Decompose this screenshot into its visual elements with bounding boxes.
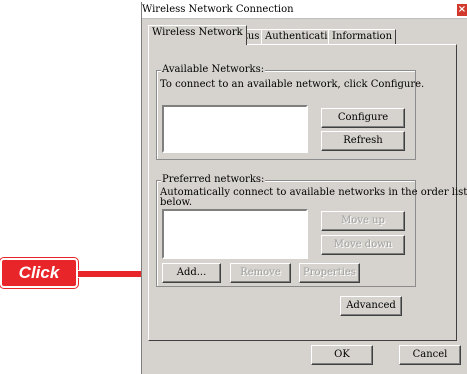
tab-wireless-network[interactable]: Wireless Network xyxy=(148,25,247,45)
refresh-button[interactable]: Refresh xyxy=(321,131,405,151)
tab-panel-wireless-network: Available Networks: To connect to an ava… xyxy=(148,44,467,341)
click-callout: Click xyxy=(0,257,79,289)
preferred-networks-description-line1: Automatically connect to available netwo… xyxy=(160,187,467,198)
remove-button[interactable]: Remove xyxy=(230,263,291,283)
advanced-button[interactable]: Advanced xyxy=(340,296,402,316)
move-down-button[interactable]: Move down xyxy=(321,235,405,255)
add-button[interactable]: Add... xyxy=(162,263,221,283)
cancel-button[interactable]: Cancel xyxy=(399,345,461,365)
title-bar: Wireless Network Connection × xyxy=(142,2,467,19)
properties-button[interactable]: Properties xyxy=(299,263,360,283)
ok-button[interactable]: OK xyxy=(311,345,373,365)
available-networks-legend: Available Networks: xyxy=(161,64,266,75)
move-up-button[interactable]: Move up xyxy=(321,211,405,231)
preferred-networks-list[interactable] xyxy=(162,209,308,259)
preferred-networks-legend: Preferred networks: xyxy=(161,174,266,185)
tab-information[interactable]: Information xyxy=(328,29,397,44)
wireless-network-connection-dialog: Wireless Network Connection × Wireless N… xyxy=(141,2,467,374)
available-networks-description: To connect to an available network, clic… xyxy=(160,79,425,90)
window-title: Wireless Network Connection xyxy=(142,4,294,15)
available-networks-list[interactable] xyxy=(162,105,308,153)
click-callout-label: Click xyxy=(18,263,60,282)
preferred-networks-description-line2: below. xyxy=(160,197,193,208)
close-icon[interactable]: × xyxy=(457,4,467,16)
configure-button[interactable]: Configure xyxy=(321,108,405,128)
